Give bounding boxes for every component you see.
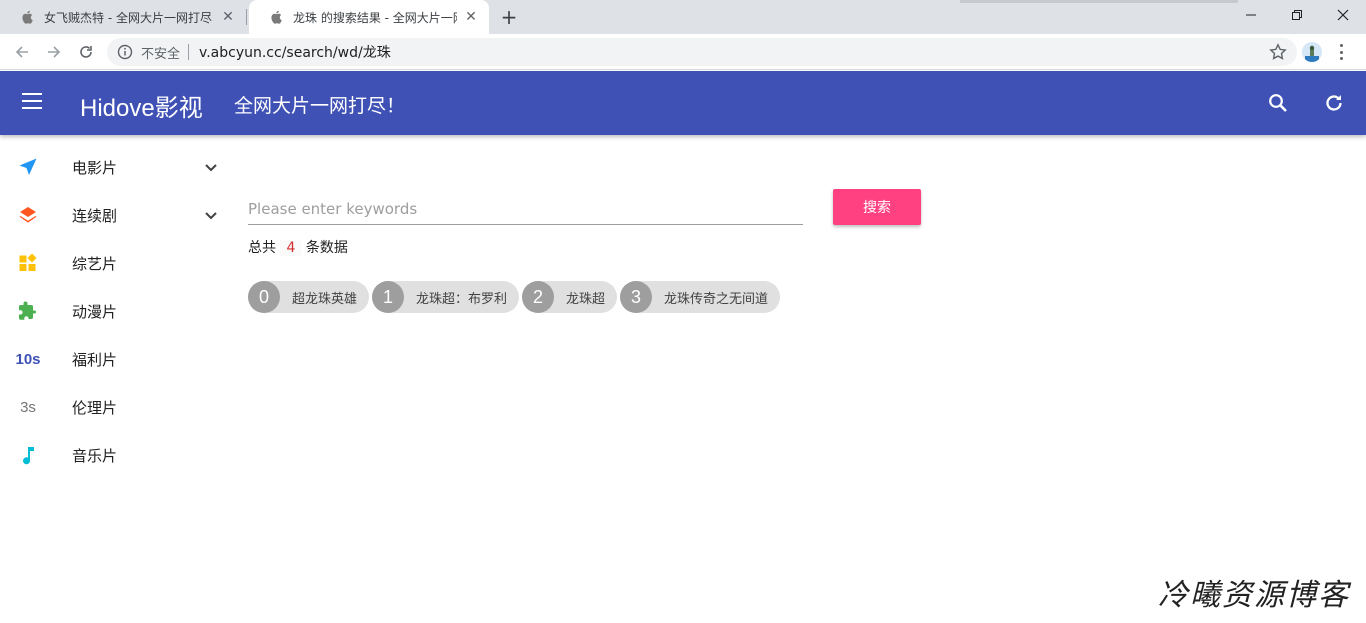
close-icon [1337,9,1349,21]
chevron-down-icon[interactable] [203,159,219,175]
reload-icon [80,46,92,58]
search-button[interactable]: 搜索 [833,189,921,225]
chip-title: 龙珠超：布罗利 [416,291,508,307]
kebab-dot [1339,50,1343,54]
chip-index: 3 [620,281,653,313]
main-content: 搜索 总共 4 条数据 0 超龙珠英雄 1 龙珠超：布罗利 2 龙珠超 3 龙珠… [248,185,928,313]
sidebar-item-anime[interactable]: 动漫片 [0,287,236,335]
sidebar-item-ethics[interactable]: 3s 伦理片 [0,383,236,431]
sidebar-item-label: 音乐片 [72,446,118,465]
sidebar-item-variety[interactable]: 综艺片 [0,239,236,287]
reload-button[interactable] [75,41,97,63]
sidebar-item-movies[interactable]: 电影片 [0,143,236,191]
omnibox-divider [188,44,190,60]
watermark: 冷曦资源博客 [1158,578,1350,613]
result-chip[interactable]: 2 龙珠超 [522,281,618,313]
total-prefix: 总共 [248,240,276,256]
sidebar: 电影片 连续剧 综艺片 动漫片 10s 福利片 3s 伦理片 音乐片 [0,143,236,479]
sidebar-item-label: 电影片 [72,158,118,177]
browser-tab-0[interactable]: 女飞贼杰特 - 全网大片一网打尽！ ✕ [0,0,246,34]
search-row: 搜索 [248,185,928,229]
result-chip[interactable]: 3 龙珠传奇之无间道 [620,281,781,313]
apple-icon [269,10,283,24]
total-count: 4 [280,240,302,256]
sidebar-item-label: 动漫片 [72,302,118,321]
result-list: 0 超龙珠英雄 1 龙珠超：布罗利 2 龙珠超 3 龙珠传奇之无间道 [248,281,783,313]
forward-button[interactable] [43,41,65,63]
chip-title: 龙珠超 [566,291,606,307]
browser-menu-button[interactable] [1338,44,1344,60]
site-slogan: 全网大片一网打尽！ [234,95,406,117]
brand-title[interactable]: Hidove影视 [80,88,203,123]
browser-toolbar: 不安全 v.abcyun.cc/search/wd/龙珠 [0,34,1366,70]
close-icon[interactable]: ✕ [220,9,236,25]
sidebar-item-label: 综艺片 [72,254,118,273]
result-chip[interactable]: 0 超龙珠英雄 [248,281,370,313]
sidebar-item-music[interactable]: 音乐片 [0,431,236,479]
minimize-icon [1246,14,1256,16]
send-icon [16,155,40,179]
close-window-button[interactable] [1320,0,1366,30]
security-label: 不安全 [141,46,181,62]
widgets-icon [16,251,40,275]
profile-avatar[interactable] [1302,42,1322,62]
arrow-right-icon [48,46,61,58]
menu-icon[interactable] [22,93,42,109]
back-button[interactable] [11,41,33,63]
restore-icon [1292,10,1302,20]
sidebar-item-series[interactable]: 连续剧 [0,191,236,239]
result-chip[interactable]: 1 龙珠超：布罗利 [372,281,520,313]
layers-icon [16,203,40,227]
address-bar[interactable]: 不安全 v.abcyun.cc/search/wd/龙珠 [107,38,1297,66]
timer-10s-icon: 10s [15,350,41,368]
chip-title: 龙珠传奇之无间道 [664,291,769,307]
close-icon[interactable]: ✕ [463,9,479,25]
arrow-left-icon [15,46,28,58]
tab-title: 女飞贼杰特 - 全网大片一网打尽！ [44,10,214,25]
result-total: 总共 4 条数据 [248,237,348,257]
timer-3s-icon: 3s [20,398,36,416]
info-icon[interactable] [117,44,133,60]
avatar-icon [1302,42,1322,62]
minimize-button[interactable] [1228,0,1274,30]
puzzle-icon [16,299,40,323]
kebab-dot [1339,57,1343,60]
total-suffix: 条数据 [305,240,348,256]
tab-title: 龙珠 的搜索结果 - 全网大片一网打尽！ [293,10,457,25]
restore-button[interactable] [1274,0,1320,30]
chip-index: 0 [248,281,280,313]
search-input[interactable] [248,193,803,225]
music-note-icon [16,443,40,467]
sidebar-item-welfare[interactable]: 10s 福利片 [0,335,236,383]
sidebar-item-label: 伦理片 [72,398,118,417]
new-tab-button[interactable]: + [498,5,520,29]
download-strip [960,0,1238,3]
chip-index: 1 [372,281,405,313]
chip-index: 2 [522,281,555,313]
chevron-down-icon[interactable] [203,207,219,223]
sidebar-item-label: 连续剧 [72,206,118,225]
tab-separator [246,9,247,25]
url-text[interactable]: v.abcyun.cc/search/wd/龙珠 [199,42,391,62]
browser-tab-1[interactable]: 龙珠 的搜索结果 - 全网大片一网打尽！ ✕ [249,0,489,34]
app-header: Hidove影视 全网大片一网打尽！ [0,71,1366,135]
apple-icon [20,10,34,24]
refresh-icon[interactable] [1322,91,1346,115]
chip-title: 超龙珠英雄 [292,291,358,307]
browser-tab-strip: 女飞贼杰特 - 全网大片一网打尽！ ✕ 龙珠 的搜索结果 - 全网大片一网打尽！… [0,0,1366,34]
search-icon[interactable] [1266,91,1290,115]
sidebar-item-label: 福利片 [72,350,118,369]
kebab-dot [1339,44,1343,47]
star-icon[interactable] [1269,43,1287,61]
